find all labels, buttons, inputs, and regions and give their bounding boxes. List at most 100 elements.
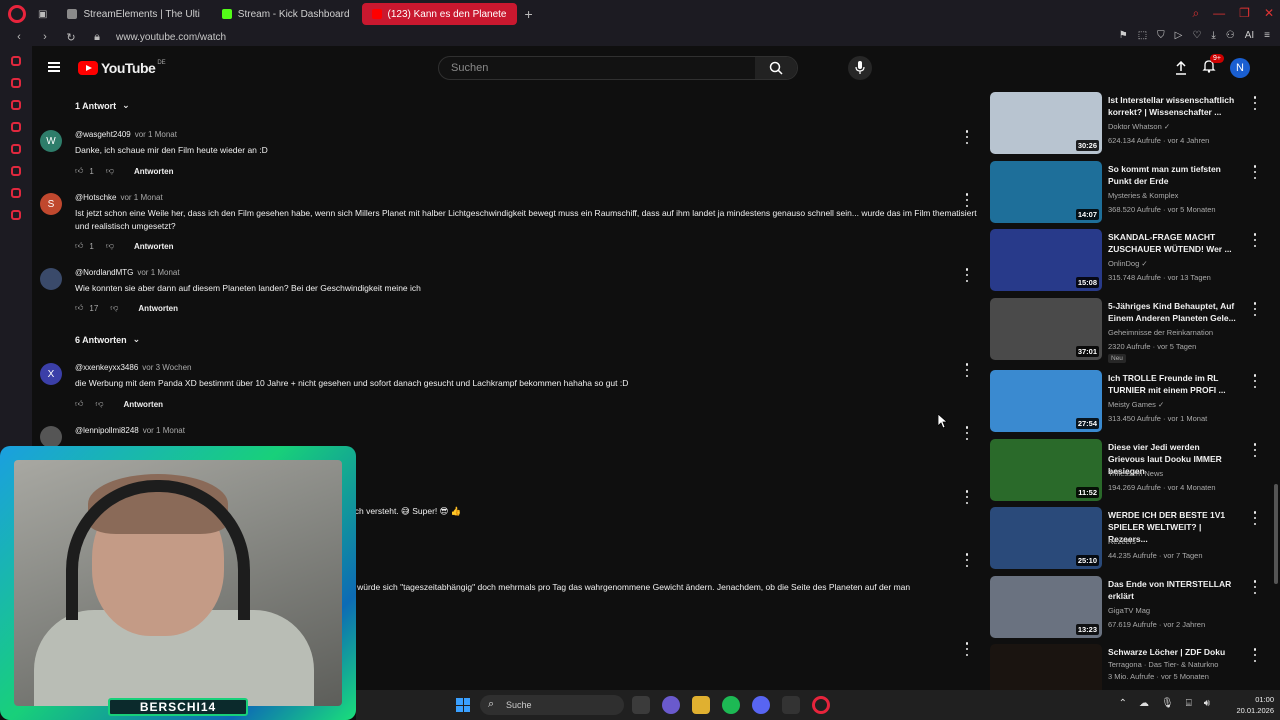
- comment-author[interactable]: @lennipollmi8248: [75, 426, 139, 435]
- video-channel[interactable]: Rezeers: [1108, 537, 1136, 546]
- forward-icon[interactable]: ›: [38, 31, 52, 43]
- more-options-icon[interactable]: [1252, 165, 1258, 179]
- opera-logo-icon[interactable]: [8, 5, 26, 23]
- menu-icon[interactable]: ≡: [1264, 30, 1270, 41]
- sidebar-settings-icon[interactable]: [11, 210, 21, 220]
- sidebar-messenger-icon[interactable]: [11, 100, 21, 110]
- shield-icon[interactable]: ⛉: [1157, 30, 1165, 41]
- sidebar-player-icon[interactable]: [11, 144, 21, 154]
- url-field[interactable]: www.youtube.com/watch: [116, 32, 226, 43]
- voice-search-button[interactable]: [848, 56, 872, 80]
- dislike-icon[interactable]: 👎︎: [110, 303, 118, 313]
- video-channel[interactable]: GigaTV Mag: [1108, 606, 1150, 615]
- avatar[interactable]: X: [40, 363, 62, 385]
- microphone-tray-icon[interactable]: 🎙︎: [1161, 698, 1174, 709]
- obs-icon[interactable]: [782, 696, 800, 714]
- sidebar-home-icon[interactable]: [11, 56, 21, 66]
- video-channel[interactable]: Terragona · Das Tier- & Naturkno: [1108, 660, 1218, 669]
- video-channel[interactable]: Geheimnisse der Reinkarnation: [1108, 328, 1213, 337]
- tab-streamelements[interactable]: StreamElements | The Ulti: [57, 3, 209, 25]
- volume-icon[interactable]: 🔊︎: [1204, 698, 1210, 709]
- avatar[interactable]: [40, 426, 62, 448]
- avatar[interactable]: W: [40, 130, 62, 152]
- avatar[interactable]: S: [40, 193, 62, 215]
- reply-button[interactable]: Antworten: [134, 167, 174, 176]
- video-title[interactable]: 5-Jähriges Kind Behauptet, Auf Einem And…: [1108, 300, 1238, 324]
- more-options-icon[interactable]: [1252, 580, 1258, 594]
- reply-button[interactable]: Antworten: [134, 242, 174, 251]
- avatar[interactable]: [40, 268, 62, 290]
- video-thumbnail[interactable]: 30:26: [990, 92, 1102, 154]
- dislike-icon[interactable]: 👎︎: [106, 241, 114, 251]
- maximize-icon[interactable]: ❐: [1239, 6, 1250, 21]
- more-options-icon[interactable]: [964, 642, 970, 656]
- comment-time[interactable]: vor 3 Wochen: [142, 363, 191, 372]
- reply-button[interactable]: Antworten: [124, 400, 164, 409]
- opera-icon[interactable]: [812, 696, 830, 714]
- comment-time[interactable]: vor 1 Monat: [137, 268, 179, 277]
- new-tab-icon[interactable]: +: [525, 6, 533, 22]
- video-thumbnail[interactable]: 27:54: [990, 370, 1102, 432]
- recommended-video[interactable]: 11:52 Diese vier Jedi werden Grievous la…: [990, 439, 1280, 503]
- search-tabs-icon[interactable]: ⌕: [1192, 6, 1199, 21]
- cloud-icon[interactable]: ☁︎: [1139, 698, 1149, 709]
- taskbar-search[interactable]: ⌕ Suche: [480, 695, 624, 715]
- dislike-icon[interactable]: 👎︎: [106, 166, 114, 176]
- ai-icon[interactable]: AI: [1245, 30, 1254, 41]
- video-thumbnail[interactable]: 37:01: [990, 298, 1102, 360]
- more-options-icon[interactable]: [1252, 511, 1258, 525]
- spotify-icon[interactable]: [722, 696, 740, 714]
- comment-author[interactable]: @xxenkeyxx3486: [75, 363, 138, 372]
- windows-start-icon[interactable]: [456, 698, 470, 712]
- video-thumbnail[interactable]: 15:08: [990, 229, 1102, 291]
- video-thumbnail[interactable]: 13:23: [990, 576, 1102, 638]
- sidebar-history-icon[interactable]: [11, 166, 21, 176]
- more-options-icon[interactable]: [1252, 374, 1258, 388]
- taskbar-clock[interactable]: 01:00 20.01.2026: [1236, 694, 1274, 716]
- heart-icon[interactable]: ♡: [1192, 30, 1201, 41]
- video-title[interactable]: So kommt man zum tiefsten Punkt der Erde: [1108, 163, 1238, 187]
- chevron-up-icon[interactable]: ⌃: [1119, 698, 1127, 709]
- video-thumbnail[interactable]: 25:10: [990, 507, 1102, 569]
- sidebar-crypto-icon[interactable]: [11, 78, 21, 88]
- video-thumbnail[interactable]: 11:52: [990, 439, 1102, 501]
- more-options-icon[interactable]: [964, 490, 970, 504]
- video-channel[interactable]: Mysteries & Komplex: [1108, 191, 1178, 200]
- video-channel[interactable]: Trifiessem News: [1108, 469, 1163, 478]
- tab-youtube-active[interactable]: (123) Kann es den Planete: [361, 3, 517, 25]
- hamburger-menu-icon[interactable]: [48, 62, 60, 72]
- more-options-icon[interactable]: [964, 268, 970, 282]
- account-icon[interactable]: ⚇: [1226, 30, 1235, 41]
- recommended-video[interactable]: 13:23 Das Ende von INTERSTELLAR erklärt …: [990, 576, 1280, 640]
- more-options-icon[interactable]: [1252, 96, 1258, 110]
- more-options-icon[interactable]: [1252, 648, 1258, 662]
- like-icon[interactable]: 👍︎: [75, 166, 83, 176]
- more-options-icon[interactable]: [964, 193, 970, 207]
- recommended-video[interactable]: 37:01 5-Jähriges Kind Behauptet, Auf Ein…: [990, 298, 1280, 363]
- task-view-icon[interactable]: [632, 696, 650, 714]
- search-input[interactable]: [439, 57, 759, 79]
- video-title[interactable]: Schwarze Löcher | ZDF Doku: [1108, 646, 1238, 658]
- copilot-icon[interactable]: [662, 696, 680, 714]
- sidebar-extensions-icon[interactable]: [11, 188, 21, 198]
- comment-time[interactable]: vor 1 Monat: [143, 426, 185, 435]
- like-icon[interactable]: 👍︎: [75, 303, 83, 313]
- scrollbar[interactable]: [1274, 484, 1278, 584]
- tab-kick-dashboard[interactable]: Stream - Kick Dashboard: [212, 3, 360, 25]
- more-options-icon[interactable]: [964, 130, 970, 144]
- more-options-icon[interactable]: [1252, 233, 1258, 247]
- more-options-icon[interactable]: [964, 426, 970, 440]
- notifications-button[interactable]: 9+: [1202, 53, 1224, 78]
- more-options-icon[interactable]: [964, 553, 970, 567]
- recommended-video[interactable]: 15:08 SKANDAL-FRAGE MACHT ZUSCHAUER WÜTE…: [990, 229, 1280, 293]
- video-channel[interactable]: OnlinDog ✓: [1108, 259, 1148, 268]
- reply-button[interactable]: Antworten: [138, 304, 178, 313]
- comment-author[interactable]: @Hotschke: [75, 193, 116, 202]
- recommended-video[interactable]: 27:54 Ich TROLLE Freunde im RL TURNIER m…: [990, 370, 1280, 434]
- dislike-icon[interactable]: 👎︎: [95, 399, 103, 409]
- video-thumbnail[interactable]: 14:07: [990, 161, 1102, 223]
- video-thumbnail[interactable]: [990, 644, 1102, 690]
- minimize-icon[interactable]: —: [1213, 6, 1225, 21]
- reload-icon[interactable]: ↻: [64, 31, 78, 44]
- close-window-icon[interactable]: ✕: [1264, 6, 1274, 21]
